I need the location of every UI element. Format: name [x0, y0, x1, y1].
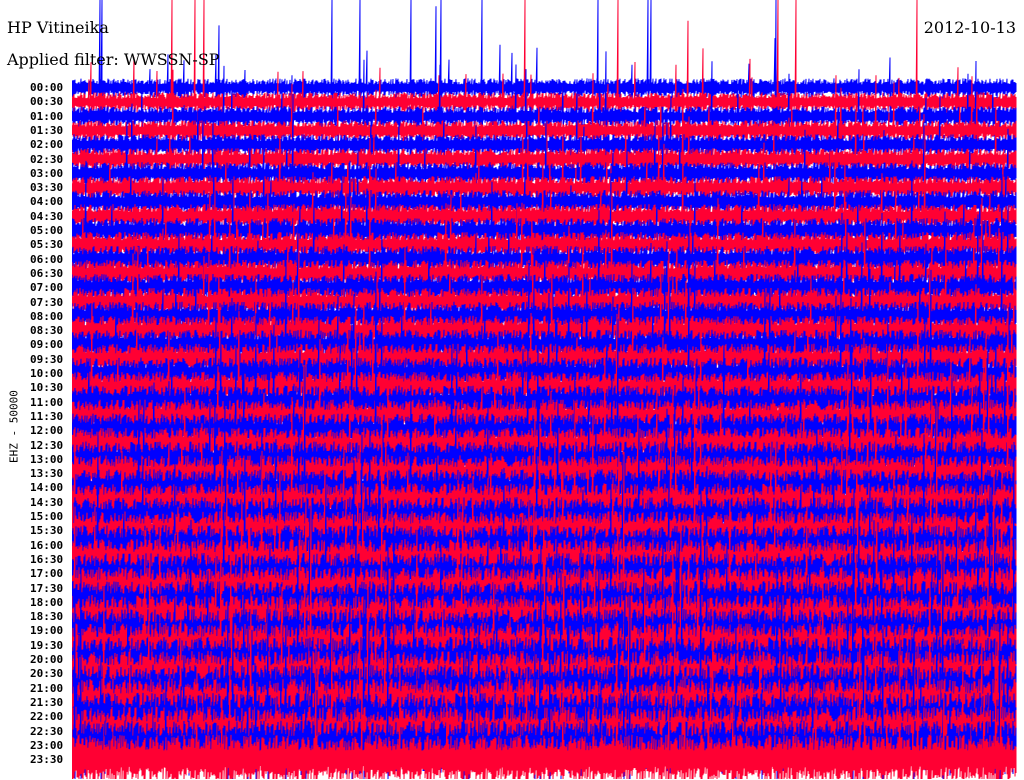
time-tick-label: 17:30 [30, 581, 64, 595]
channel-label: EHZ - 50000 [7, 390, 21, 463]
time-tick-label: 08:00 [30, 309, 64, 323]
time-tick-label: 18:30 [30, 610, 64, 624]
time-tick-label: 20:30 [30, 667, 64, 681]
time-tick-label: 20:00 [30, 653, 64, 666]
time-tick-label: 17:00 [30, 567, 64, 581]
time-tick-label: 22:30 [30, 724, 64, 738]
time-tick-label: 09:00 [30, 338, 64, 352]
time-tick-label: 21:30 [30, 695, 64, 709]
time-tick-label: 00:30 [30, 95, 64, 109]
date-label: 2012-10-13 [923, 18, 1016, 37]
time-tick-label: 12:00 [30, 424, 64, 438]
filter-label: Applied filter: WWSSN-SP [7, 50, 220, 69]
helicorder-frame: HP Vitineika Applied filter: WWSSN-SP 20… [0, 0, 1024, 780]
time-tick-label: 19:00 [30, 624, 64, 638]
time-tick-label: 15:30 [30, 524, 64, 538]
time-tick-label: 21:00 [30, 681, 64, 695]
time-tick-label: 06:00 [30, 252, 64, 266]
time-tick-label: 10:00 [30, 367, 64, 380]
time-tick-label: 23:30 [30, 753, 64, 767]
time-tick-label: 13:00 [30, 452, 64, 466]
time-tick-label: 02:00 [30, 138, 64, 152]
time-tick-label: 22:00 [30, 710, 64, 724]
time-tick-label: 08:30 [30, 324, 64, 338]
time-tick-label: 16:00 [30, 538, 64, 552]
time-tick-label: 02:30 [30, 152, 64, 166]
time-tick-label: 04:00 [30, 195, 64, 209]
time-tick-label: 10:30 [30, 381, 64, 395]
time-tick-label: 18:00 [30, 595, 64, 609]
time-tick-label: 05:00 [30, 224, 64, 237]
time-tick-label: 16:30 [30, 552, 64, 566]
station-title: HP Vitineika [7, 18, 109, 37]
time-tick-label: 04:30 [30, 209, 64, 223]
time-tick-label: 09:30 [30, 352, 64, 366]
time-tick-label: 14:30 [30, 495, 64, 509]
time-tick-label: 03:30 [30, 181, 64, 195]
helicorder-plot [0, 0, 1017, 780]
time-tick-label: 03:00 [30, 166, 64, 180]
time-tick-label: 01:00 [30, 109, 64, 123]
time-tick-label: 19:30 [30, 638, 64, 652]
time-tick-label: 11:30 [30, 409, 64, 423]
time-tick-label: 14:00 [30, 481, 64, 495]
time-tick-label: 07:00 [30, 281, 64, 295]
time-tick-label: 12:30 [30, 438, 64, 452]
time-tick-label: 06:30 [30, 266, 64, 280]
time-tick-label: 13:30 [30, 467, 64, 481]
time-tick-label: 05:30 [30, 238, 64, 252]
time-tick-label: 00:00 [30, 81, 64, 94]
time-tick-label: 01:30 [30, 123, 64, 137]
time-tick-label: 07:30 [30, 295, 64, 309]
time-tick-label: 23:00 [30, 738, 64, 752]
time-tick-label: 15:00 [30, 510, 64, 523]
time-tick-label: 11:00 [30, 395, 64, 409]
